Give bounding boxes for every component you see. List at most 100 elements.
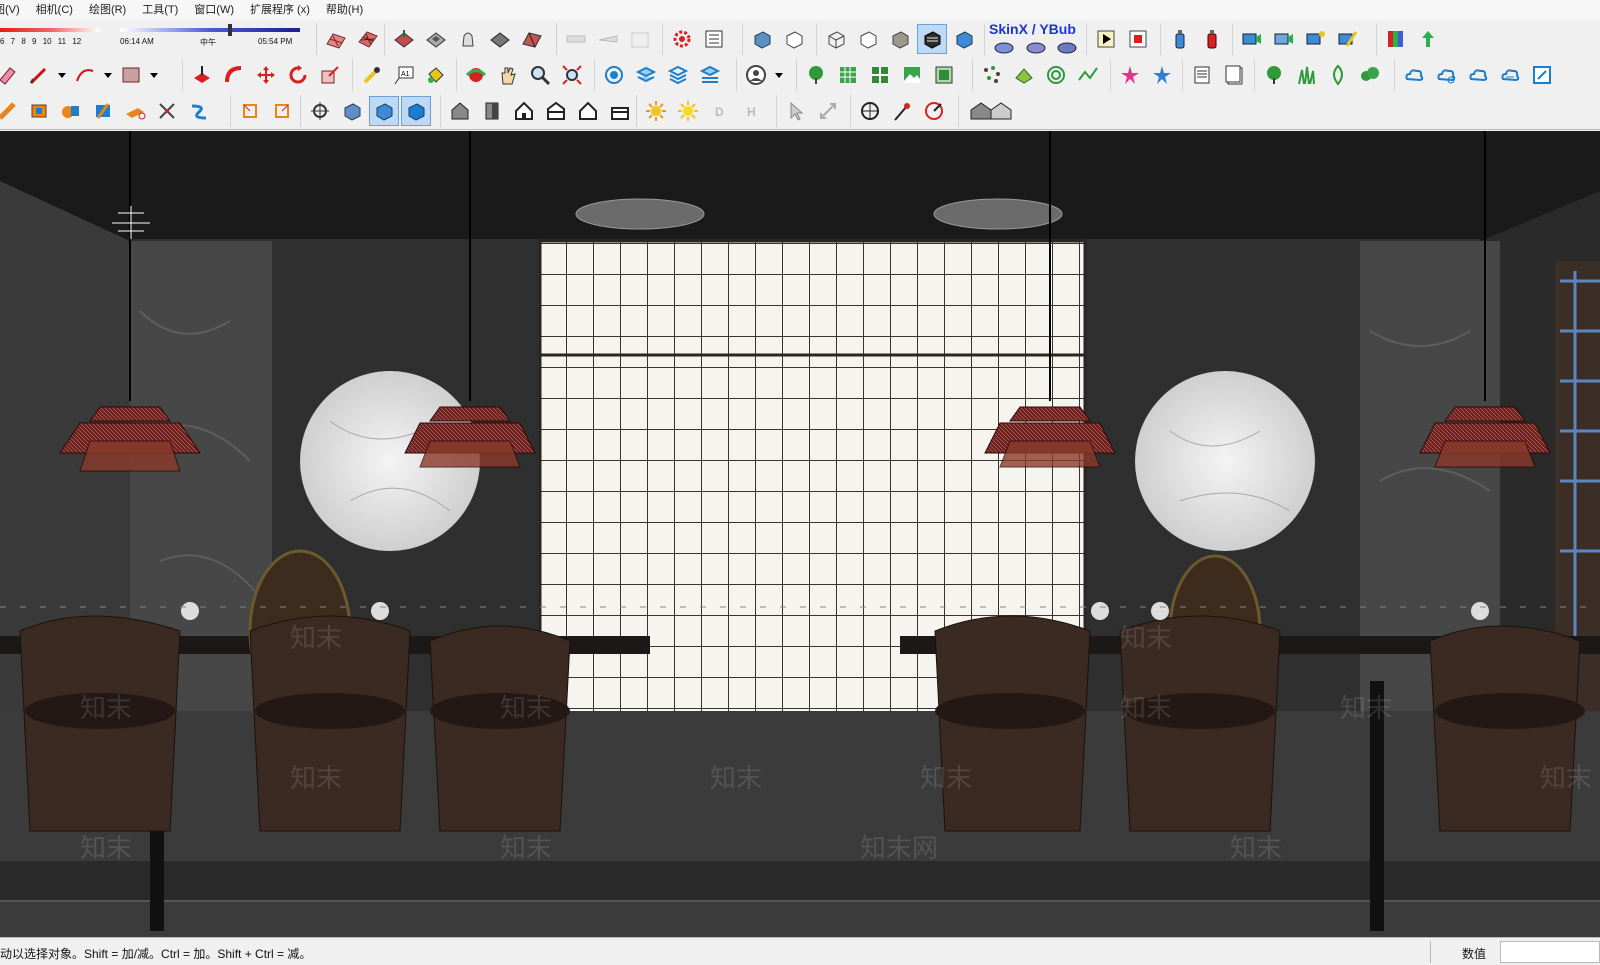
angle-button[interactable] <box>919 96 949 126</box>
hour-button[interactable]: H <box>737 96 767 126</box>
perspective-view-button[interactable] <box>369 96 399 126</box>
graph-button[interactable] <box>1073 60 1103 90</box>
shaded-with-textures-button[interactable] <box>917 24 947 54</box>
extrude-5-button[interactable] <box>120 96 150 126</box>
cloud-2-button[interactable] <box>1431 60 1461 90</box>
image-button[interactable] <box>897 60 927 90</box>
cloud-1-button[interactable] <box>1399 60 1429 90</box>
pan-button[interactable] <box>493 60 523 90</box>
document-2-button[interactable] <box>1219 60 1249 90</box>
scene-tool-4-button[interactable] <box>1333 24 1363 54</box>
view-front-button[interactable] <box>509 96 539 126</box>
rectangle-button[interactable] <box>116 60 146 90</box>
spray-blue-button[interactable] <box>1165 24 1195 54</box>
model-viewport[interactable]: 知末 知末 知末 知末 知末 知末 知末 知末 知末 知末 知末 知末 知末网 … <box>0 131 1600 937</box>
frame-button[interactable] <box>929 60 959 90</box>
menu-draw[interactable]: 绘图(R) <box>81 0 134 20</box>
smoove-button[interactable] <box>389 24 419 54</box>
view-right-button[interactable] <box>541 96 571 126</box>
stamp-button[interactable] <box>421 24 451 54</box>
shadow-settings-slider[interactable]: 6 7 8 9 10 11 12 06:14 AM 中午 05:54 PM <box>0 23 305 55</box>
extrude-7-button[interactable] <box>184 96 214 126</box>
extrude-6-button[interactable] <box>152 96 182 126</box>
star-tool-2-button[interactable] <box>1147 60 1177 90</box>
add-detail-button[interactable] <box>485 24 515 54</box>
scene-tool-3-button[interactable] <box>1301 24 1331 54</box>
spray-red-button[interactable] <box>1197 24 1227 54</box>
iso-view-button[interactable] <box>337 96 367 126</box>
arc-button[interactable] <box>70 60 100 90</box>
zoom-button[interactable] <box>525 60 555 90</box>
back-edges-button[interactable] <box>779 24 809 54</box>
monochrome-button[interactable] <box>949 24 979 54</box>
view-back-button[interactable] <box>573 96 603 126</box>
view-top-button[interactable] <box>477 96 507 126</box>
disabled-tool-1-button[interactable] <box>561 24 591 54</box>
section-2-button[interactable] <box>267 96 297 126</box>
grid-panel-button[interactable] <box>865 60 895 90</box>
push-pull-button[interactable] <box>187 60 217 90</box>
tree-button[interactable] <box>801 60 831 90</box>
component-options-button[interactable] <box>667 24 697 54</box>
shrub-button[interactable] <box>1009 60 1039 90</box>
rotate-button[interactable] <box>283 60 313 90</box>
menu-camera[interactable]: 相机(C) <box>28 0 81 20</box>
plant-3-button[interactable] <box>1323 60 1353 90</box>
view-left-button[interactable] <box>605 96 635 126</box>
outliner-button[interactable] <box>699 24 729 54</box>
section-1-button[interactable] <box>235 96 265 126</box>
account-dropdown-button[interactable] <box>773 60 785 90</box>
line-dropdown-button[interactable] <box>56 60 68 90</box>
account-button[interactable] <box>741 60 771 90</box>
warehouse-button[interactable] <box>963 96 1019 126</box>
resize-button[interactable] <box>813 96 843 126</box>
follow-me-button[interactable] <box>219 60 249 90</box>
stop-button[interactable] <box>1123 24 1153 54</box>
extrude-1-button[interactable] <box>0 96 22 126</box>
extrude-2-button[interactable] <box>24 96 54 126</box>
menu-tools[interactable]: 工具(T) <box>134 0 186 20</box>
menu-window[interactable]: 窗口(W) <box>186 0 242 20</box>
zoom-extents-button[interactable] <box>557 60 587 90</box>
wireframe-button[interactable] <box>821 24 851 54</box>
protractor-button[interactable] <box>887 96 917 126</box>
scene-tool-2-button[interactable] <box>1269 24 1299 54</box>
grid-green-button[interactable] <box>833 60 863 90</box>
hidden-line-button[interactable] <box>853 24 883 54</box>
cloud-4-button[interactable] <box>1495 60 1525 90</box>
scatter-button[interactable] <box>977 60 1007 90</box>
eraser-button[interactable] <box>0 60 22 90</box>
orbit-button[interactable] <box>461 60 491 90</box>
plant-2-button[interactable] <box>1291 60 1321 90</box>
select-button[interactable] <box>781 96 811 126</box>
move-button[interactable] <box>251 60 281 90</box>
menu-help[interactable]: 帮助(H) <box>318 0 371 20</box>
axes-button[interactable] <box>855 96 885 126</box>
date-button[interactable]: D <box>705 96 735 126</box>
sun-settings-button[interactable] <box>673 96 703 126</box>
line-button[interactable] <box>24 60 54 90</box>
flip-edge-button[interactable] <box>517 24 547 54</box>
shape-dropdown-button[interactable] <box>148 60 160 90</box>
date-slider-bar[interactable] <box>0 28 100 32</box>
arc-dropdown-button[interactable] <box>102 60 114 90</box>
tape-measure-button[interactable] <box>357 60 387 90</box>
disabled-tool-3-button[interactable] <box>625 24 655 54</box>
layer-tool-3-button[interactable] <box>663 60 693 90</box>
disabled-tool-2-button[interactable] <box>593 24 623 54</box>
plant-1-button[interactable] <box>1259 60 1289 90</box>
position-camera-button[interactable] <box>305 96 335 126</box>
layer-tool-4-button[interactable] <box>695 60 725 90</box>
paint-bucket-button[interactable] <box>421 60 451 90</box>
ring-button[interactable] <box>1041 60 1071 90</box>
plant-4-button[interactable] <box>1355 60 1385 90</box>
extrude-4-button[interactable] <box>88 96 118 126</box>
xray-style-button[interactable] <box>747 24 777 54</box>
text-button[interactable]: A1 <box>389 60 419 90</box>
upload-button[interactable] <box>1413 24 1443 54</box>
layer-tool-1-button[interactable] <box>599 60 629 90</box>
cloud-3-button[interactable] <box>1463 60 1493 90</box>
shadows-toggle-button[interactable] <box>641 96 671 126</box>
document-1-button[interactable] <box>1187 60 1217 90</box>
play-button[interactable] <box>1091 24 1121 54</box>
